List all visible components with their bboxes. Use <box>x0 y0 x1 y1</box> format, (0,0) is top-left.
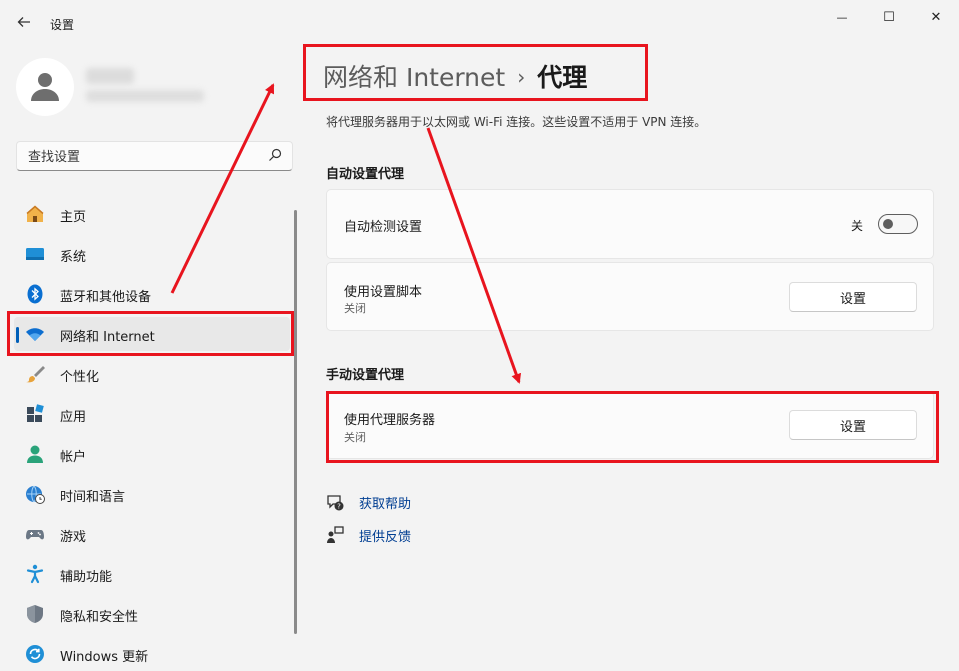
svg-text:?: ? <box>337 503 341 511</box>
setup-script-status: 关闭 <box>344 302 366 315</box>
nav-label: 辅助功能 <box>60 570 113 585</box>
account-icon <box>27 445 43 463</box>
close-icon: ✕ <box>930 9 942 25</box>
apps-icon <box>27 404 44 422</box>
nav-item-apps[interactable]: 应用 <box>14 397 290 431</box>
proxy-server-label: 使用代理服务器 <box>344 413 436 428</box>
breadcrumb-parent-link[interactable]: 网络和 Internet <box>323 63 505 92</box>
setup-script-settings-button[interactable]: 设置 <box>789 282 917 312</box>
maximize-button[interactable]: ☐ <box>866 4 912 30</box>
brush-icon <box>26 366 45 383</box>
get-help-label: 获取帮助 <box>359 497 412 512</box>
profile-email-blurred <box>86 90 204 102</box>
search-icon[interactable] <box>268 148 282 162</box>
toggle-state-label: 关 <box>851 219 864 233</box>
proxy-server-settings-button[interactable]: 设置 <box>789 410 917 440</box>
nav-item-accounts[interactable]: 帐户 <box>14 437 290 471</box>
system-icon <box>26 248 44 260</box>
nav-label: 应用 <box>60 410 87 425</box>
minimize-icon: — <box>836 10 848 24</box>
auto-detect-label: 自动检测设置 <box>344 220 423 235</box>
back-button[interactable] <box>12 10 36 34</box>
shield-icon <box>27 605 43 623</box>
nav-item-network[interactable]: 网络和 Internet <box>14 317 290 351</box>
setup-script-card: 使用设置脚本 关闭 设置 <box>326 262 934 331</box>
accessibility-icon <box>26 564 44 584</box>
profile-name-blurred <box>86 68 134 84</box>
back-arrow-icon <box>17 17 30 27</box>
help-icon: ? <box>327 495 344 511</box>
wifi-icon <box>26 328 44 341</box>
minimize-button[interactable]: — <box>819 4 865 30</box>
nav-scrollbar[interactable] <box>294 210 297 634</box>
search-box[interactable] <box>16 141 293 171</box>
breadcrumb-separator: › <box>517 65 526 89</box>
avatar[interactable] <box>16 58 74 116</box>
title-bar: 设置 — ☐ ✕ <box>0 0 959 46</box>
search-input[interactable] <box>26 146 270 168</box>
auto-detect-toggle[interactable] <box>878 214 918 234</box>
nav-item-privacy[interactable]: 隐私和安全性 <box>14 597 290 631</box>
nav-item-home[interactable]: 主页 <box>14 197 290 231</box>
nav-item-bluetooth[interactable]: 蓝牙和其他设备 <box>14 277 290 311</box>
globe-clock-icon <box>26 485 45 504</box>
nav-label: 系统 <box>60 250 87 265</box>
auto-detect-card: 自动检测设置 关 <box>326 189 934 259</box>
active-indicator <box>16 327 19 343</box>
nav-item-windows-update[interactable]: Windows 更新 <box>14 637 290 671</box>
nav-label: 时间和语言 <box>60 490 126 505</box>
nav-label: 网络和 Internet <box>60 330 155 345</box>
bluetooth-icon <box>27 284 43 304</box>
page-title: 代理 <box>537 63 588 92</box>
nav-label: 游戏 <box>60 530 87 545</box>
give-feedback-label: 提供反馈 <box>359 530 412 545</box>
nav-label: 隐私和安全性 <box>60 610 139 625</box>
user-icon <box>31 73 59 101</box>
nav-label: 个性化 <box>60 370 100 385</box>
section-title-manual-proxy: 手动设置代理 <box>326 368 405 383</box>
nav-item-system[interactable]: 系统 <box>14 237 290 271</box>
home-icon <box>26 205 44 222</box>
maximize-icon: ☐ <box>883 9 895 25</box>
nav-item-personalization[interactable]: 个性化 <box>14 357 290 391</box>
nav-label: 蓝牙和其他设备 <box>60 290 152 305</box>
nav-label: 主页 <box>60 210 87 225</box>
proxy-server-card: 使用代理服务器 关闭 设置 <box>326 391 934 459</box>
breadcrumb: 网络和 Internet › 代理 <box>323 58 587 94</box>
proxy-server-status: 关闭 <box>344 431 366 444</box>
feedback-icon <box>327 526 344 543</box>
section-title-auto-proxy: 自动设置代理 <box>326 167 405 182</box>
app-title: 设置 <box>50 18 75 32</box>
nav-item-accessibility[interactable]: 辅助功能 <box>14 557 290 591</box>
toggle-knob <box>883 219 893 229</box>
nav-label: Windows 更新 <box>60 650 149 665</box>
page-description: 将代理服务器用于以太网或 Wi-Fi 连接。这些设置不适用于 VPN 连接。 <box>326 115 707 129</box>
gamepad-icon <box>26 530 44 540</box>
setup-script-label: 使用设置脚本 <box>344 285 423 300</box>
close-button[interactable]: ✕ <box>913 4 959 30</box>
update-icon <box>26 645 44 663</box>
nav-item-gaming[interactable]: 游戏 <box>14 517 290 551</box>
nav-item-time-language[interactable]: 时间和语言 <box>14 477 290 511</box>
nav-label: 帐户 <box>60 450 87 465</box>
